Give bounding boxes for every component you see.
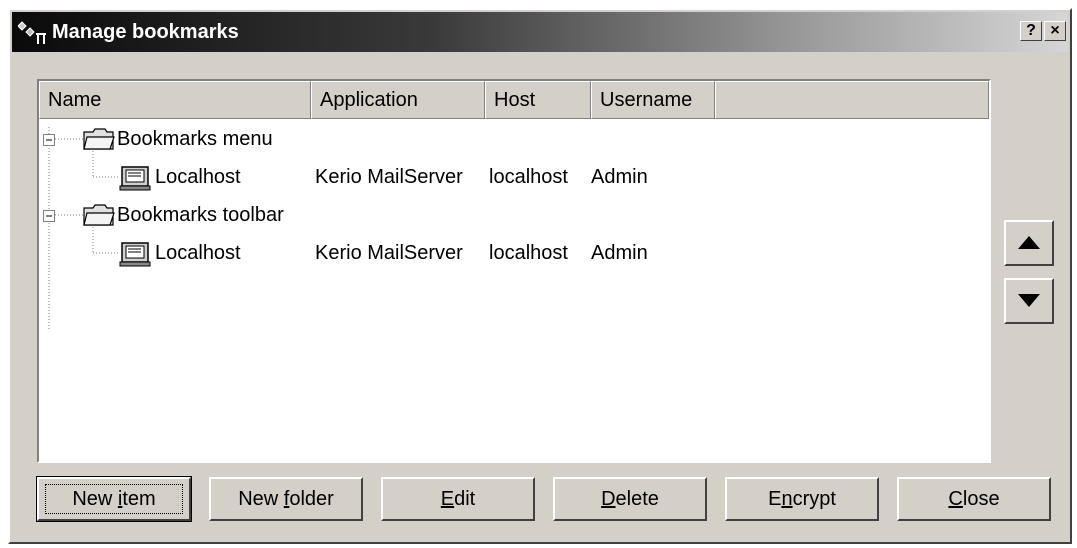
bookmark-username: Admin xyxy=(591,242,648,264)
column-header-application[interactable]: Application xyxy=(311,81,485,119)
computer-icon xyxy=(119,165,151,196)
new-item-button[interactable]: New item xyxy=(36,476,192,522)
manage-bookmarks-dialog: Manage bookmarks ? × Name Application Ho… xyxy=(8,8,1072,544)
encrypt-label: Encrypt xyxy=(768,488,836,510)
new-folder-button[interactable]: New folder xyxy=(209,477,363,521)
collapse-minus-icon[interactable] xyxy=(43,133,55,151)
bookmark-application: Kerio MailServer xyxy=(315,242,463,264)
title-bar: Manage bookmarks ? × xyxy=(12,12,1068,52)
bookmark-host: localhost xyxy=(489,242,568,264)
arrow-up-icon xyxy=(1018,236,1040,249)
folder-label[interactable]: Bookmarks toolbar xyxy=(117,204,284,227)
column-header-empty xyxy=(715,81,989,119)
bookmarks-app-icon xyxy=(17,20,48,46)
new-folder-label: New folder xyxy=(238,488,334,510)
folder-icon xyxy=(83,203,115,232)
encrypt-button[interactable]: Encrypt xyxy=(725,477,879,521)
close-label: Close xyxy=(948,488,1000,510)
close-button[interactable]: Close xyxy=(897,477,1051,521)
delete-button[interactable]: Delete xyxy=(553,477,707,521)
bookmarks-list[interactable]: Name Application Host Username Bookmarks… xyxy=(37,79,991,463)
bookmark-host: localhost xyxy=(489,166,568,188)
edit-label: Edit xyxy=(440,488,476,510)
delete-label: Delete xyxy=(601,488,659,510)
window-title: Manage bookmarks xyxy=(52,21,239,43)
close-window-button[interactable]: × xyxy=(1044,21,1066,41)
bookmark-name[interactable]: Localhost xyxy=(155,242,241,265)
bookmark-name[interactable]: Localhost xyxy=(155,166,241,189)
move-up-button[interactable] xyxy=(1004,220,1054,266)
bookmark-username: Admin xyxy=(591,166,648,188)
column-header-host[interactable]: Host xyxy=(485,81,591,119)
arrow-down-icon xyxy=(1018,294,1040,307)
new-item-label: New item xyxy=(72,488,156,510)
move-down-button[interactable] xyxy=(1004,278,1054,324)
help-button[interactable]: ? xyxy=(1020,21,1042,41)
collapse-minus-icon[interactable] xyxy=(43,209,55,227)
column-header-username[interactable]: Username xyxy=(591,81,715,119)
computer-icon xyxy=(119,241,151,272)
edit-button[interactable]: Edit xyxy=(381,477,535,521)
folder-icon xyxy=(83,127,115,156)
bookmark-application: Kerio MailServer xyxy=(315,166,463,188)
folder-label[interactable]: Bookmarks menu xyxy=(117,128,273,151)
